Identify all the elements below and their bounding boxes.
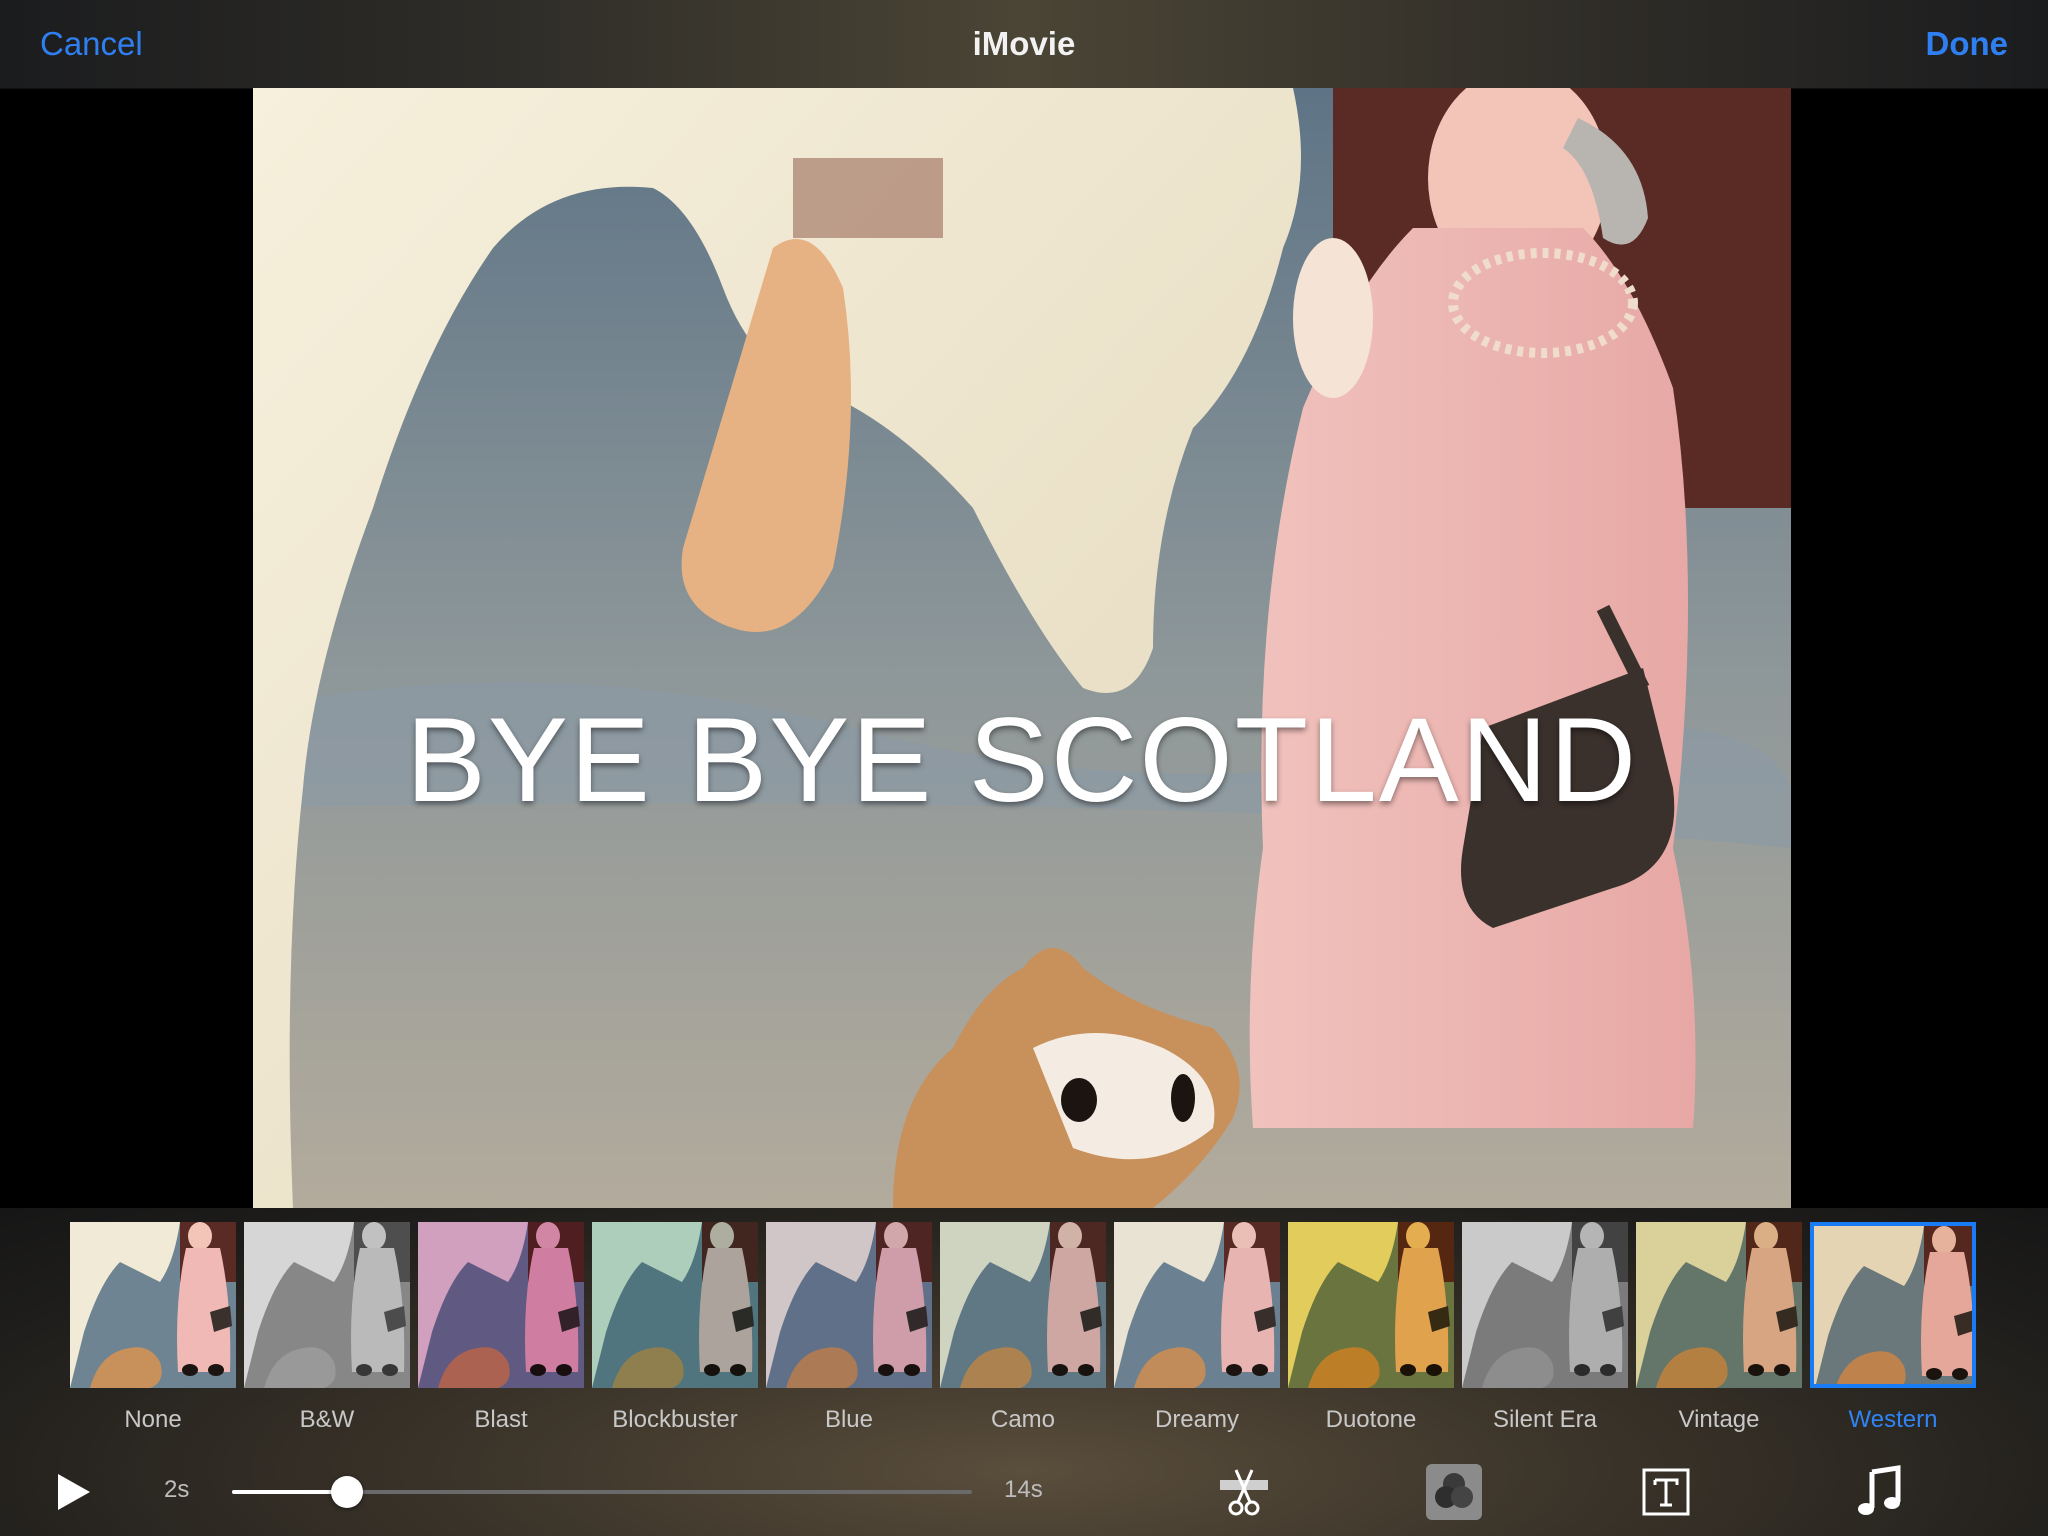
filter-camo[interactable]: Camo — [940, 1222, 1106, 1433]
video-frame — [253, 88, 1791, 1208]
play-icon[interactable] — [52, 1468, 96, 1516]
filter-blockbuster[interactable]: Blockbuster — [592, 1222, 758, 1433]
filter-thumbnail — [1462, 1222, 1628, 1388]
filter-thumbnail — [244, 1222, 410, 1388]
navigation-bar: iMovie Cancel Done — [0, 0, 2048, 89]
filter-thumbnail — [766, 1222, 932, 1388]
filter-none[interactable]: None — [70, 1222, 236, 1433]
filter-vintage[interactable]: Vintage — [1636, 1222, 1802, 1433]
editor-panel: None B&W Blast Blockbuster Blue Camo Dreamy Duo… — [0, 1208, 2048, 1536]
timeline-scrubber[interactable] — [232, 1476, 972, 1508]
filter-thumbnail — [1114, 1222, 1280, 1388]
timeline-start-label: 2s — [164, 1476, 190, 1503]
filter-thumbnail — [940, 1222, 1106, 1388]
filter-strip: None B&W Blast Blockbuster Blue Camo Dreamy Duo… — [70, 1222, 1980, 1433]
music-note-icon[interactable] — [1852, 1464, 1908, 1520]
filter-duotone[interactable]: Duotone — [1288, 1222, 1454, 1433]
filter-thumbnail — [1810, 1222, 1976, 1388]
filters-icon[interactable] — [1426, 1464, 1482, 1520]
filter-dreamy[interactable]: Dreamy — [1114, 1222, 1280, 1433]
scissors-icon[interactable] — [1216, 1464, 1272, 1520]
filter-b-w[interactable]: B&W — [244, 1222, 410, 1433]
done-button[interactable]: Done — [1926, 0, 2009, 88]
filter-thumbnail — [418, 1222, 584, 1388]
filter-label: Western — [1848, 1406, 1938, 1433]
filter-thumbnail — [70, 1222, 236, 1388]
filter-thumbnail — [1636, 1222, 1802, 1388]
filter-thumbnail — [592, 1222, 758, 1388]
filter-blast[interactable]: Blast — [418, 1222, 584, 1433]
text-icon[interactable] — [1638, 1464, 1694, 1520]
scrubber-handle[interactable] — [330, 1476, 363, 1508]
filter-blue[interactable]: Blue — [766, 1222, 932, 1433]
editor-toolbar: 2s 14s — [0, 1448, 2048, 1536]
timeline-progress — [232, 1490, 347, 1494]
filter-silent-era[interactable]: Silent Era — [1462, 1222, 1628, 1433]
filter-thumbnail — [1288, 1222, 1454, 1388]
timeline-end-label: 14s — [1004, 1476, 1043, 1503]
filter-western[interactable]: Western — [1810, 1222, 1976, 1433]
title-overlay-text[interactable]: BYE BYE SCOTLAND — [253, 690, 1791, 830]
video-preview[interactable]: BYE BYE SCOTLAND — [253, 88, 1791, 1208]
page-title: iMovie — [972, 25, 1076, 62]
cancel-button[interactable]: Cancel — [40, 0, 143, 88]
